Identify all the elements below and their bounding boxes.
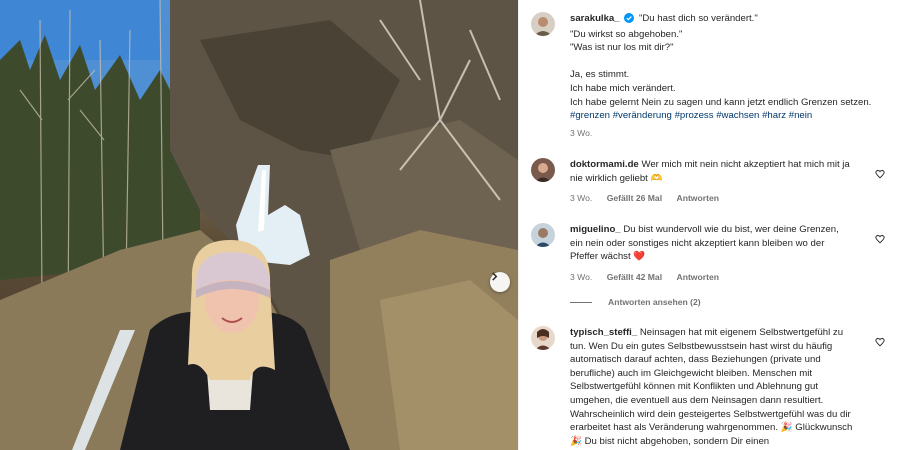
comments-panel[interactable]: sarakulka_ "Du hast dich so verändert." … [518,0,900,450]
comment-text: Neinsagen hat mit eigenem Selbstwertgefü… [570,327,853,447]
hashtag-link[interactable]: #nein [789,110,812,121]
instagram-post-view: sarakulka_ "Du hast dich so verändert." … [0,0,900,450]
heart-outline-icon[interactable] [875,334,885,352]
reply-button[interactable]: Antworten [676,272,719,282]
caption-line: Ja, es stimmt. [570,69,630,81]
comment-time[interactable]: 3 Wo. [570,272,592,282]
caption-time[interactable]: 3 Wo. [570,128,592,138]
comment: miguelino_ Du bist wundervoll wie du bis… [531,223,885,285]
avatar[interactable] [531,326,555,350]
caption-line: "Du wirkst so abgehoben." [570,28,683,40]
photo-scene [0,0,518,450]
view-replies-label: Antworten ansehen (2) [608,297,701,307]
caption-meta: 3 Wo. [570,127,881,141]
comment-username[interactable]: typisch_steffi_ [570,327,637,338]
caption-line: Ich habe gelernt Nein zu sagen und kann … [570,96,872,108]
post-caption: sarakulka_ "Du hast dich so verändert." … [531,12,881,140]
hashtag-link[interactable]: #harz [762,110,786,121]
hashtag-link[interactable]: #veränderung [613,110,672,121]
comment: doktormami.de Wer mich mit nein nicht ak… [531,158,885,206]
avatar[interactable] [531,158,555,182]
caption-line: "Was ist nur los mit dir?" [570,42,674,54]
comment-time[interactable]: 3 Wo. [570,193,592,203]
hashtag-link[interactable]: #wachsen [716,110,759,121]
comment-likes[interactable]: Gefällt 26 Mal [607,193,662,203]
chevron-right-icon [492,272,498,281]
view-replies-button[interactable]: Antworten ansehen (2) [570,297,701,307]
caption-username[interactable]: sarakulka_ [570,13,620,24]
heart-outline-icon[interactable] [875,231,885,249]
post-photo[interactable] [0,0,518,450]
comment-username[interactable]: doktormami.de [570,159,639,170]
heart-outline-icon[interactable] [875,166,885,184]
verified-badge-icon [624,13,635,28]
next-photo-button[interactable] [490,272,510,292]
comment-likes[interactable]: Gefällt 42 Mal [607,272,662,282]
divider [570,301,592,303]
caption-line: Ich habe mich verändert. [570,82,676,94]
avatar[interactable] [531,223,555,247]
hashtag-link[interactable]: #grenzen [570,110,610,121]
reply-button[interactable]: Antworten [676,193,719,203]
hashtag-link[interactable]: #prozess [675,110,714,121]
avatar[interactable] [531,12,555,36]
caption-hashtags: #grenzen #veränderung #prozess #wachsen … [570,109,881,123]
comment-meta: 3 Wo. Gefällt 42 Mal Antworten [570,271,853,285]
comment: typisch_steffi_ Neinsagen hat mit eigene… [531,326,885,448]
comment-username[interactable]: miguelino_ [570,224,621,235]
caption-line: "Du hast dich so verändert." [638,13,758,24]
comment-meta: 3 Wo. Gefällt 26 Mal Antworten [570,192,853,206]
